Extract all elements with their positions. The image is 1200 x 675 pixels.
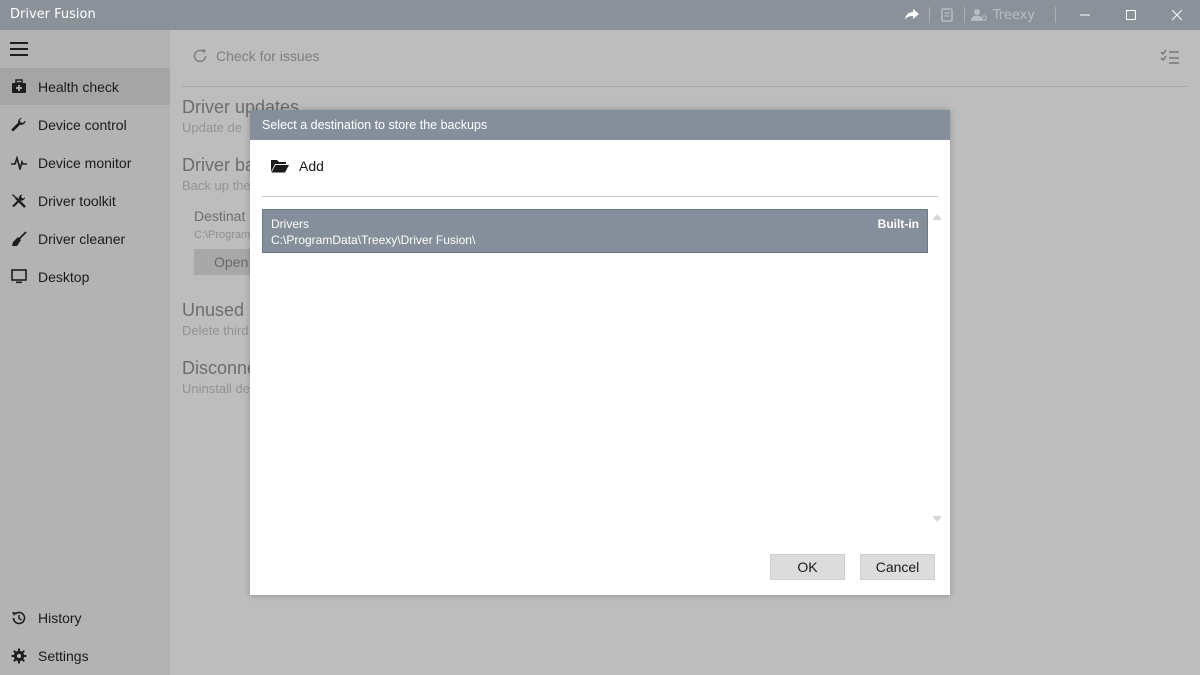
- maximize-icon: [1126, 10, 1136, 20]
- sidebar-item-label: Desktop: [38, 268, 90, 285]
- medkit-icon: [0, 79, 38, 94]
- maximize-button[interactable]: [1108, 0, 1154, 30]
- cancel-button[interactable]: Cancel: [860, 554, 935, 580]
- title-separator: [1055, 7, 1056, 23]
- destination-path: C:\Program: [194, 229, 251, 241]
- sidebar-item-label: Settings: [38, 647, 89, 664]
- sidebar: Health check Device control Device monit…: [0, 30, 170, 675]
- refresh-icon: [193, 49, 207, 63]
- sidebar-item-device-control[interactable]: Device control: [0, 106, 170, 143]
- wrench-icon: [0, 117, 38, 133]
- add-label: Add: [299, 158, 324, 174]
- built-in-badge: Built-in: [877, 217, 919, 231]
- share-icon[interactable]: [901, 0, 923, 30]
- scroll-up-arrow-icon[interactable]: [932, 214, 942, 220]
- section-subtitle: Update de: [182, 120, 242, 135]
- sidebar-item-label: Device control: [38, 116, 127, 133]
- check-for-issues-label: Check for issues: [216, 48, 320, 64]
- checklist-icon[interactable]: [1160, 49, 1180, 69]
- user-account[interactable]: Treexy: [970, 7, 1049, 23]
- user-icon: [970, 9, 987, 21]
- minimize-icon: [1080, 14, 1090, 16]
- destination-list-item[interactable]: Drivers C:\ProgramData\Treexy\Driver Fus…: [262, 209, 928, 253]
- dialog-divider: [262, 196, 938, 197]
- folder-open-icon: [271, 160, 289, 173]
- check-for-issues-button[interactable]: Check for issues: [192, 48, 319, 64]
- backup-destination-dialog: Select a destination to store the backup…: [250, 110, 950, 595]
- history-icon: [0, 610, 38, 626]
- monitor-icon: [0, 269, 38, 284]
- close-button[interactable]: [1154, 0, 1200, 30]
- toolbar-divider: [182, 86, 1188, 87]
- section-subtitle: Back up the: [182, 178, 251, 193]
- title-bar-controls: Treexy: [901, 0, 1200, 30]
- scroll-down-arrow-icon[interactable]: [932, 516, 942, 522]
- section-title: Disconne: [182, 358, 258, 378]
- sidebar-item-history[interactable]: History: [0, 599, 170, 636]
- tools-icon: [0, 193, 38, 209]
- dialog-title: Select a destination to store the backup…: [250, 110, 950, 140]
- sidebar-item-label: History: [38, 609, 82, 626]
- sidebar-item-label: Device monitor: [38, 154, 132, 171]
- sidebar-item-driver-cleaner[interactable]: Driver cleaner: [0, 220, 170, 257]
- title-separator: [963, 7, 965, 23]
- destination-path: C:\ProgramData\Treexy\Driver Fusion\: [271, 233, 476, 247]
- user-name: Treexy: [992, 7, 1035, 23]
- sidebar-item-label: Driver cleaner: [38, 230, 126, 247]
- sidebar-item-health-check[interactable]: Health check: [0, 68, 170, 105]
- app-title: Driver Fusion: [10, 7, 96, 22]
- minimize-button[interactable]: [1062, 0, 1108, 30]
- section-subtitle: Delete third: [182, 323, 249, 338]
- broom-icon: [0, 230, 38, 247]
- sidebar-item-device-monitor[interactable]: Device monitor: [0, 144, 170, 181]
- title-bar: Driver Fusion Treexy: [0, 0, 1200, 30]
- destination-name: Drivers: [271, 217, 309, 231]
- ok-button[interactable]: OK: [770, 554, 845, 580]
- destination-label: Destinat: [194, 208, 246, 224]
- license-icon[interactable]: [936, 0, 958, 30]
- section-title: Unused: [182, 300, 245, 320]
- sidebar-item-label: Driver toolkit: [38, 192, 116, 209]
- sidebar-item-driver-toolkit[interactable]: Driver toolkit: [0, 182, 170, 219]
- close-icon: [1171, 9, 1183, 21]
- add-destination-button[interactable]: Add: [270, 158, 324, 174]
- title-separator: [928, 7, 930, 23]
- gear-icon: [0, 648, 38, 664]
- section-title: Driver ba: [182, 155, 256, 175]
- pulse-icon: [0, 155, 38, 170]
- section-subtitle: Uninstall de: [182, 381, 250, 396]
- sidebar-item-settings[interactable]: Settings: [0, 637, 170, 674]
- sidebar-item-label: Health check: [38, 78, 119, 95]
- open-button[interactable]: Open: [194, 249, 258, 275]
- hamburger-menu-icon[interactable]: [10, 42, 28, 56]
- sidebar-item-desktop[interactable]: Desktop: [0, 258, 170, 295]
